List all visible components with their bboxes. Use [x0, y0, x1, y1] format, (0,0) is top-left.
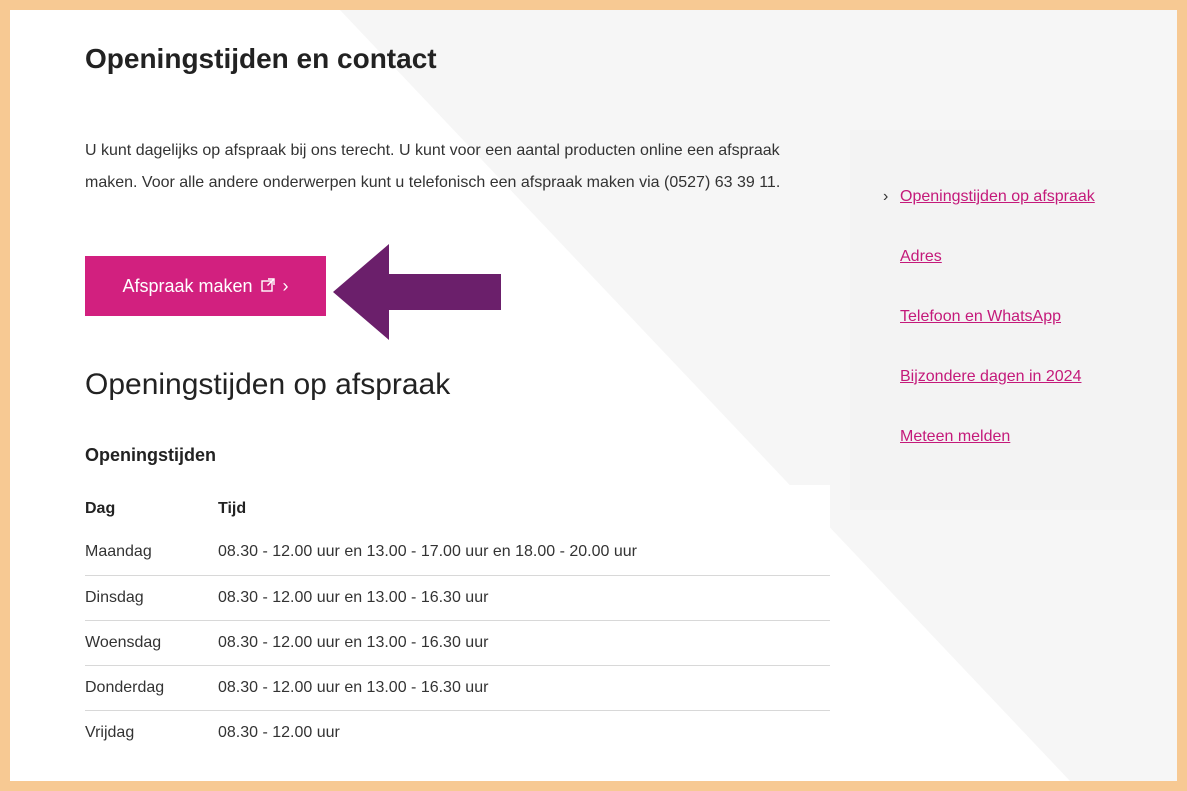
section-title: Openingstijden op afspraak [85, 368, 451, 401]
table-header-day: Dag [85, 500, 116, 517]
sidenav-item-opening-hours: › Openingstijden op afspraak [880, 188, 1095, 206]
sidenav-link-opening-hours[interactable]: Openingstijden op afspraak [900, 188, 1095, 205]
table-cell-time: 08.30 - 12.00 uur en 13.00 - 16.30 uur [218, 620, 830, 666]
appointment-button[interactable]: Afspraak maken › [85, 256, 326, 316]
hours-subtitle: Openingstijden [85, 445, 217, 465]
table-cell-time: 08.30 - 12.00 uur en 13.00 - 16.30 uur [218, 575, 830, 621]
table-cell-time: 08.30 - 12.00 uur [218, 723, 340, 741]
table-cell-day: Maandag [85, 530, 218, 576]
table-row: Donderdag 08.30 - 12.00 uur en 13.00 - 1… [85, 665, 830, 711]
table-row: Dinsdag 08.30 - 12.00 uur en 13.00 - 16.… [85, 575, 830, 621]
intro-text: U kunt dagelijks op afspraak bij ons ter… [85, 142, 781, 191]
sidenav-active-marker: › [883, 188, 889, 205]
table-header-row: Dag Tijd [85, 488, 830, 530]
page-title: Openingstijden en contact [85, 43, 437, 74]
table-cell-day: Vrijdag [85, 723, 135, 741]
sidenav-link-phone[interactable]: Telefoon en WhatsApp [900, 308, 1061, 325]
sidenav-link-special-days[interactable]: Bijzondere dagen in 2024 [900, 368, 1081, 385]
table-cell-day: Woensdag [85, 620, 218, 666]
sidenav-link-report[interactable]: Meteen melden [900, 428, 1010, 445]
table-cell-time: 08.30 - 12.00 uur en 13.00 - 16.30 uur [218, 665, 830, 711]
table-row: Woensdag 08.30 - 12.00 uur en 13.00 - 16… [85, 620, 830, 666]
table-cell-time: 08.30 - 12.00 uur en 13.00 - 17.00 uur e… [218, 530, 830, 576]
sidenav-link-address[interactable]: Adres [900, 248, 942, 265]
chevron-right-icon: › [282, 275, 289, 296]
sidenav-item-phone: Telefoon en WhatsApp [880, 308, 1061, 326]
table-row: Maandag 08.30 - 12.00 uur en 13.00 - 17.… [85, 530, 830, 576]
opening-hours-table: Dag Tijd Maandag 08.30 - 12.00 uur en 13… [85, 488, 830, 755]
external-link-icon [260, 278, 275, 294]
table-header-time: Tijd [218, 500, 247, 517]
table-row: Vrijdag 08.30 - 12.00 uur [85, 710, 830, 755]
sidenav-item-address: Adres [880, 248, 942, 266]
sidenav-item-report: Meteen melden [880, 428, 1010, 446]
sidenav-item-special-days: Bijzondere dagen in 2024 [880, 368, 1081, 386]
page-frame: Openingstijden en contact U kunt dagelij… [10, 10, 1177, 781]
arrow-left-icon [333, 244, 501, 340]
table-cell-day: Donderdag [85, 665, 218, 711]
table-cell-day: Dinsdag [85, 575, 218, 621]
appointment-button-label: Afspraak maken [122, 275, 253, 296]
